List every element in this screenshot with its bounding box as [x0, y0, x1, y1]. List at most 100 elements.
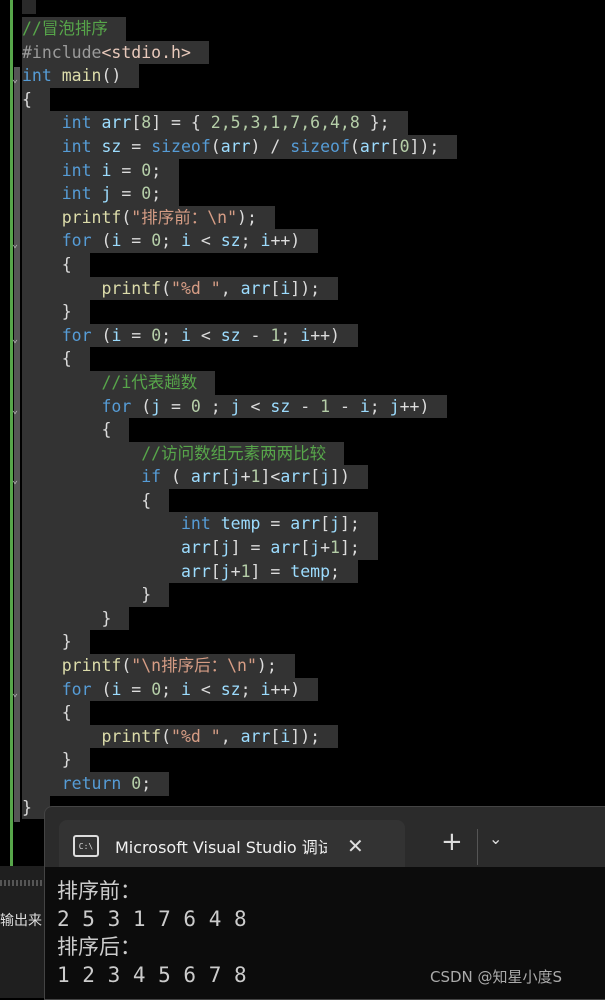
code-line[interactable]: #include<stdio.h>	[22, 40, 457, 65]
code-token: int	[180, 514, 221, 534]
code-line[interactable]: printf("\n排序后：\n");	[22, 654, 457, 678]
editor-top-strip	[22, 0, 36, 14]
chevron-down-icon[interactable]: ⌄	[489, 829, 502, 848]
code-token: if	[141, 467, 172, 487]
code-token: 0	[141, 160, 152, 180]
code-line[interactable]: {	[22, 418, 457, 442]
code-line[interactable]: //访问数组元素两两比较	[22, 441, 457, 466]
code-line[interactable]: }	[22, 748, 457, 772]
code-token: "排序前：\n"	[131, 207, 238, 227]
line-highlight: int sz = sizeof(arr) / sizeof(arr[0]);	[22, 134, 458, 159]
code-line[interactable]: {	[22, 488, 457, 513]
code-line[interactable]: int arr[8] = { 2,5,3,1,7,6,4,8 };	[22, 111, 457, 135]
code-line[interactable]: }	[22, 300, 457, 324]
code-line[interactable]: ⌄ for (i = 0; i < sz; i++)	[12, 229, 457, 253]
code-token: j	[230, 467, 241, 487]
console-tab[interactable]: C:\ Microsoft Visual Studio 调试控 ✕	[59, 820, 405, 872]
line-highlight: {	[22, 701, 90, 725]
code-token: (	[141, 396, 152, 416]
code-line[interactable]: {	[22, 252, 457, 277]
panel-grip[interactable]	[0, 880, 44, 886]
code-token: [	[210, 538, 221, 558]
code-line[interactable]: ⌄ int main()	[12, 64, 457, 88]
line-highlight: for (j = 0 ; j < sz - 1 - i; j++)	[22, 394, 448, 419]
line-highlight: int j = 0;	[22, 182, 180, 206]
code-line[interactable]: //i代表趟数	[22, 370, 457, 395]
code-line[interactable]: {	[22, 347, 457, 371]
code-token: +	[240, 467, 251, 487]
code-token: }	[101, 608, 112, 628]
code-line[interactable]: printf("%d ", arr[i]);	[22, 276, 457, 301]
code-token: =	[161, 396, 191, 416]
code-token: arr	[240, 726, 271, 746]
code-token: ]);	[290, 278, 321, 298]
code-line[interactable]: return 0;	[22, 772, 457, 796]
code-line[interactable]: int temp = arr[j];	[22, 512, 457, 537]
code-token: ;	[240, 231, 261, 251]
close-tab-icon[interactable]: ✕	[347, 834, 364, 858]
line-highlight: int main()	[22, 64, 140, 88]
code-token: j	[101, 184, 112, 204]
code-line[interactable]: }	[22, 606, 457, 631]
code-token: printf	[101, 278, 162, 298]
code-token: }	[61, 632, 72, 652]
code-line[interactable]: int i = 0;	[22, 158, 457, 183]
outline-gutter	[14, 67, 20, 822]
line-highlight: }	[22, 630, 90, 655]
code-token: ] =	[230, 538, 271, 558]
code-token: i	[260, 231, 271, 251]
code-line[interactable]: ⌄ for (i = 0; i < sz - 1; i++)	[12, 323, 457, 348]
code-line[interactable]: }	[22, 630, 457, 655]
fold-toggle-icon[interactable]: ⌄	[12, 233, 18, 257]
code-token: {	[141, 490, 152, 510]
code-token: arr	[270, 538, 301, 558]
code-token: ]);	[409, 136, 440, 156]
code-token: 0	[141, 184, 152, 204]
code-token: #include	[22, 42, 102, 62]
fold-toggle-icon[interactable]: ⌄	[12, 682, 18, 706]
code-token: sz	[270, 396, 291, 416]
code-token: [	[300, 538, 311, 558]
code-line[interactable]: arr[j] = arr[j+1];	[22, 536, 457, 560]
code-line[interactable]: int sz = sizeof(arr) / sizeof(arr[0]);	[22, 134, 458, 159]
code-token: ;	[369, 396, 390, 416]
code-line[interactable]: }	[22, 583, 457, 607]
code-line[interactable]: ⌄ for (i = 0; i < sz; i++)	[12, 677, 457, 702]
code-line[interactable]: {	[22, 87, 457, 112]
code-line[interactable]: arr[j+1] = temp;	[22, 559, 457, 584]
code-line[interactable]: int j = 0;	[22, 182, 457, 206]
new-tab-button[interactable]: +	[441, 827, 463, 857]
code-token: i	[260, 679, 271, 699]
line-highlight: }	[22, 300, 90, 324]
code-token: );	[256, 656, 277, 676]
code-line[interactable]: printf("排序前：\n");	[22, 205, 457, 230]
code-token: ++)	[270, 231, 301, 251]
code-line[interactable]: {	[22, 701, 457, 725]
code-token: sz	[101, 136, 122, 156]
code-line[interactable]: //冒泡排序	[22, 17, 457, 41]
code-token: 0	[190, 396, 201, 416]
code-line[interactable]: ⌄ for (j = 0 ; j < sz - 1 - i; j++)	[12, 394, 457, 419]
code-line[interactable]: ⌄ if ( arr[j+1]<arr[j])	[12, 465, 457, 489]
code-token: (	[171, 467, 191, 487]
code-token: arr	[280, 467, 311, 487]
code-token: ;	[141, 774, 152, 793]
fold-toggle-icon[interactable]: ⌄	[12, 469, 18, 493]
code-token: ;	[151, 184, 162, 204]
code-token: {	[61, 703, 72, 723]
fold-toggle-icon[interactable]: ⌄	[12, 68, 18, 92]
line-highlight: return 0;	[22, 772, 170, 796]
code-token: j	[330, 514, 340, 534]
code-line[interactable]: printf("%d ", arr[i]);	[22, 724, 457, 749]
fold-toggle-icon[interactable]: ⌄	[12, 328, 18, 352]
code-token: 0	[151, 325, 162, 345]
code-token: j	[310, 538, 321, 558]
code-token: [	[270, 278, 281, 298]
code-token: int	[22, 66, 62, 86]
fold-toggle-icon[interactable]: ⌄	[12, 399, 18, 423]
code-token: ]<	[260, 467, 281, 487]
code-token: temp	[290, 561, 331, 581]
code-token: 1	[270, 325, 281, 345]
code-editor[interactable]: //冒泡排序 #include<stdio.h> ⌄ int main(){ int …	[12, 17, 458, 820]
code-token: ] =	[250, 561, 291, 581]
